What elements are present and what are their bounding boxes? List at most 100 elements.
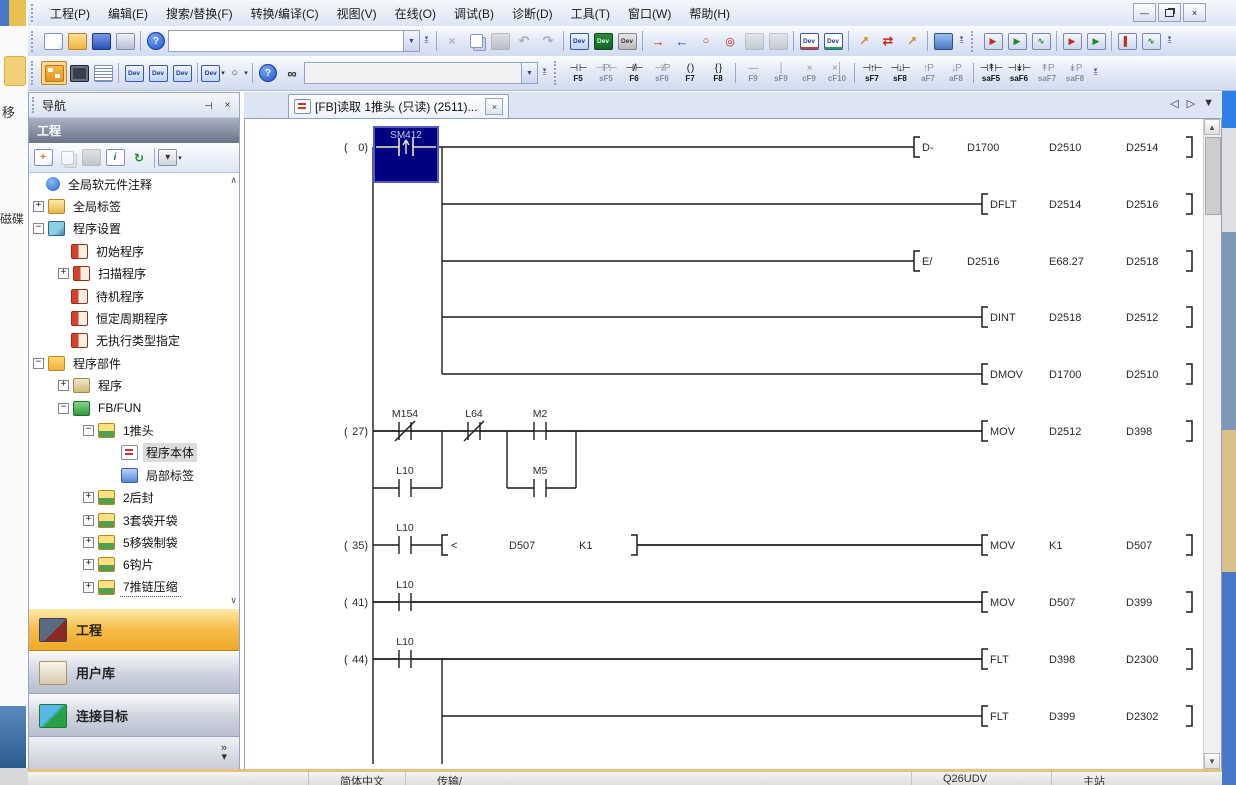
ladder-symbol-sF5-button[interactable]: ⊣P⊢sF5 [592,59,620,87]
toolbar-grip[interactable] [554,61,560,85]
monitor-mode-icon[interactable]: ▶ [981,30,1005,52]
open-project-icon[interactable] [65,30,89,52]
tree-item-程序部件[interactable]: −程序部件 [29,352,239,374]
monitor-pulse-icon[interactable]: ∿ [1029,30,1053,52]
property-icon[interactable]: i [103,147,127,169]
ladder-symbol-aF7-button[interactable]: ↑PaF7 [914,59,942,87]
menu-p[interactable]: 工程(P) [41,2,99,25]
monitor-stop-icon[interactable] [766,30,790,52]
pin-icon[interactable]: ⊤ [199,97,216,113]
tree-item-初始程序[interactable]: 初始程序 [29,240,239,262]
copy-data-icon[interactable] [55,147,79,169]
wave-trace-icon[interactable]: ∿ [1139,30,1163,52]
ladder-symbol-saF7-button[interactable]: ↟PsaF7 [1033,59,1061,87]
document-tab[interactable]: [FB]读取 1推头 (只读) (2511)... × [288,94,509,118]
tree-item-待机程序[interactable]: 待机程序 [29,285,239,307]
ladder-symbol-aF8-button[interactable]: ↓PaF8 [942,59,970,87]
tree-expander-plus-icon[interactable]: + [83,582,94,593]
ladder-toolbar-overflow[interactable]: ▾= [1089,61,1102,85]
tree-item-程序设置[interactable]: −程序设置 [29,218,239,240]
device-statement-icon[interactable]: Dev [146,62,170,84]
remote-operation-icon[interactable]: ↗ [900,30,924,52]
ladder-symbol-sF7-button[interactable]: ⊣↑⊢sF7 [858,59,886,87]
toolbar-grip[interactable] [971,31,977,52]
tab-close-icon[interactable]: × [485,98,503,115]
panel-close-icon[interactable]: × [219,97,236,113]
tree-scroll-up-icon[interactable]: ∧ [230,175,237,186]
tree-item-1推头[interactable]: −1推头 [29,419,239,441]
quick-access-combo-dropdown-icon[interactable]: ▼ [403,31,419,51]
ladder-symbol-saF6-button[interactable]: ⊣↡⊢saF6 [1005,59,1033,87]
plc-toolbar-overflow[interactable]: ▾= [955,29,968,53]
watch-start-icon[interactable]: ▶ [1060,30,1084,52]
ladder-symbol-F5-button[interactable]: ⊣ ⊢F5 [564,59,592,87]
pc-connection-icon[interactable] [931,30,955,52]
ladder-editor[interactable]: (0)D-D1700D2510D2514DFLTD2514D2516E/D251… [244,118,1222,770]
write-to-plc-icon[interactable]: → [646,30,670,52]
toolbar-grip[interactable] [31,61,37,85]
tree-expander-minus-icon[interactable]: − [83,425,94,436]
refresh-icon[interactable]: ↻ [127,147,151,169]
device-batch-monitor-icon[interactable]: Dev [821,30,845,52]
verify-result-icon[interactable]: ◎ [718,30,742,52]
new-project-icon[interactable] [41,30,65,52]
toolbar-grip[interactable] [31,4,37,22]
ladder-symbol-cF9-button[interactable]: ×cF9 [795,59,823,87]
find-icon[interactable]: ∞ [280,62,304,84]
print-icon[interactable] [113,30,137,52]
minimize-button[interactable]: — [1133,3,1156,22]
monitor-start-icon[interactable] [742,30,766,52]
monitor-toolbar-overflow[interactable]: ▾= [1163,29,1176,53]
tree-item-恒定周期程序[interactable]: 恒定周期程序 [29,307,239,329]
device-note-icon[interactable]: Dev [170,62,194,84]
scroll-down-icon[interactable]: ▼ [1204,753,1220,769]
cut-icon[interactable]: × [440,30,464,52]
monitor-write-mode-icon[interactable]: ▶ [1005,30,1029,52]
menu-o[interactable]: 在线(O) [386,2,445,25]
verify-with-plc-icon[interactable]: ○ [694,30,718,52]
device-comment-display-icon[interactable]: Dev [122,62,146,84]
menu-t[interactable]: 工具(T) [562,2,619,25]
tree-expander-minus-icon[interactable]: − [33,223,44,234]
toolbar-grip[interactable] [31,31,37,52]
tree-item-扫描程序[interactable]: +扫描程序 [29,263,239,285]
connection-destination-button[interactable]: 连接目标 [29,694,239,737]
tree-item-程序本体[interactable]: 程序本体 [29,442,239,464]
find-combo-dropdown-icon[interactable]: ▼ [521,63,537,83]
tree-item-局部标签[interactable]: 局部标签 [29,464,239,486]
tree-item-6钩片[interactable]: +6钩片 [29,554,239,576]
redo-icon[interactable]: ↷ [536,30,560,52]
tree-expander-plus-icon[interactable]: + [83,559,94,570]
panel-grip[interactable] [32,97,38,114]
tree-item-无执行类型指定[interactable]: 无执行类型指定 [29,330,239,352]
transfer-setup-icon[interactable]: ⇄ [876,30,900,52]
standard-toolbar-overflow[interactable]: ▾= [420,29,433,53]
menu-b[interactable]: 调试(B) [445,2,503,25]
navigation-window-icon[interactable] [41,61,67,85]
menu-v[interactable]: 视图(V) [328,2,386,25]
sampling-trace-icon[interactable]: ▌ [1115,30,1139,52]
undo-icon[interactable]: ↶ [512,30,536,52]
ladder-symbol-sF6-button[interactable]: ⊣/PsF6 [648,59,676,87]
restore-button[interactable] [1158,3,1181,22]
sort-filter-icon[interactable]: ▾▾ [158,147,182,169]
tree-expander-plus-icon[interactable]: + [83,492,94,503]
parameter-setting-icon[interactable]: ↗ [852,30,876,52]
tree-expander-minus-icon[interactable]: − [58,403,69,414]
menu-d[interactable]: 诊断(D) [503,2,562,25]
user-library-button[interactable]: 用户库 [29,651,239,694]
tree-expander-plus-icon[interactable]: + [33,201,44,212]
read-from-plc-icon[interactable]: ← [670,30,694,52]
help-icon[interactable]: ? [144,30,168,52]
menu-h[interactable]: 帮助(H) [680,2,739,25]
menu-c[interactable]: 转换/编译(C) [242,2,328,25]
ladder-symbol-saF5-button[interactable]: ⊣↟⊢saF5 [977,59,1005,87]
element-selection-icon[interactable] [67,62,91,84]
display-content-icon[interactable]: Dev▾ [201,62,225,84]
project-view-button[interactable]: 工程 [29,608,239,651]
tree-item-FB/FUN[interactable]: −FB/FUN [29,397,239,419]
ladder-symbol-F6-button[interactable]: ⊣/⊢F6 [620,59,648,87]
menu-w[interactable]: 窗口(W) [619,2,680,25]
tree-item-全局软元件注释[interactable]: 全局软元件注释 [29,173,239,195]
tree-item-程序[interactable]: +程序 [29,375,239,397]
